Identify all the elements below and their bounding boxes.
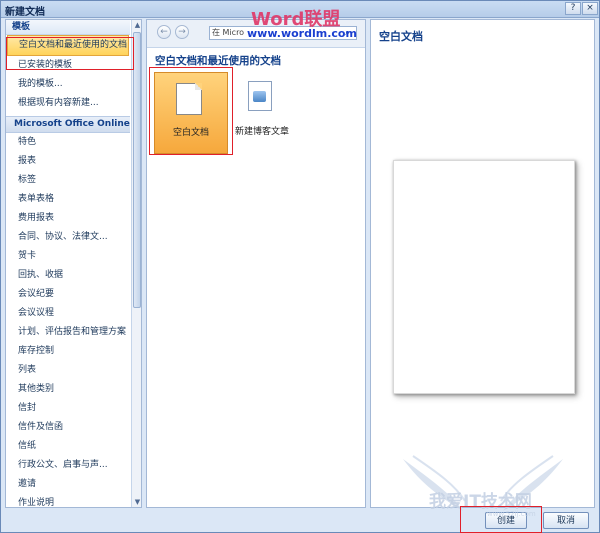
sidebar-item[interactable]: 作业说明: [6, 494, 130, 507]
sidebar-scrollbar[interactable]: ▲ ▼: [131, 20, 141, 507]
sidebar-item[interactable]: 列表: [6, 361, 130, 380]
close-button[interactable]: ×: [582, 2, 598, 15]
tile-label: 新建博客文章: [234, 127, 289, 137]
forward-button[interactable]: →: [175, 25, 189, 39]
blank-document-icon: [176, 83, 202, 115]
sidebar-item[interactable]: 费用报表: [6, 209, 130, 228]
sidebar-item[interactable]: 信纸: [6, 437, 130, 456]
sidebar-item[interactable]: 根据现有内容新建...: [6, 94, 130, 113]
help-button[interactable]: ?: [565, 2, 581, 15]
sidebar-item[interactable]: 合同、协议、法律文...: [6, 228, 130, 247]
tile-label: 空白文档: [172, 128, 209, 138]
watermark-url-top: www.wordlm.com: [247, 27, 357, 40]
sidebar-item[interactable]: 报表: [6, 152, 130, 171]
tile-blank-document[interactable]: 空白文档: [154, 72, 228, 154]
blog-post-icon: [248, 81, 272, 111]
tile-new-blog-post[interactable]: 新建博客文章: [231, 78, 293, 148]
sidebar-item[interactable]: 表单表格: [6, 190, 130, 209]
sidebar-item[interactable]: 特色: [6, 133, 130, 152]
watermark-url-bottom: www.52ij.com: [487, 510, 536, 518]
new-document-dialog: 新建文档 ? × 模板 空白文档和最近使用的文档 已安装的模板 我的模板... 根据现…: [0, 0, 600, 533]
template-categories-pane: 模板 空白文档和最近使用的文档 已安装的模板 我的模板... 根据现有内容新建... …: [5, 19, 142, 508]
sidebar-item[interactable]: 回执、收据: [6, 266, 130, 285]
sidebar-item[interactable]: 其他类别: [6, 380, 130, 399]
preview-title: 空白文档: [379, 30, 423, 43]
sidebar-item[interactable]: 会议纪要: [6, 285, 130, 304]
preview-pane: 空白文档: [370, 19, 595, 508]
sidebar-item[interactable]: 我的模板...: [6, 75, 130, 94]
sidebar-item[interactable]: 行政公文、启事与声...: [6, 456, 130, 475]
sidebar-item[interactable]: 邀请: [6, 475, 130, 494]
back-button[interactable]: ←: [157, 25, 171, 39]
sidebar-item[interactable]: 贺卡: [6, 247, 130, 266]
sidebar-item[interactable]: 空白文档和最近使用的文档: [7, 35, 129, 56]
sidebar-item[interactable]: 已安装的模板: [6, 56, 130, 75]
scroll-down-arrow-icon[interactable]: ▼: [132, 497, 141, 507]
template-category-list: 模板 空白文档和最近使用的文档 已安装的模板 我的模板... 根据现有内容新建... …: [6, 20, 130, 507]
sidebar-item[interactable]: 信件及信函: [6, 418, 130, 437]
watermark-logo-bottom: 我爱IT技术网: [429, 492, 532, 512]
sidebar-item[interactable]: 标签: [6, 171, 130, 190]
dialog-title: 新建文档: [5, 7, 45, 18]
section-templates-heading: 模板: [6, 20, 130, 35]
template-gallery-pane: ← → 在 Micro ⌕ 空白文档和最近使用的文档 空白文档 新建博客文章: [146, 19, 366, 508]
gallery-heading: 空白文档和最近使用的文档: [155, 55, 281, 67]
preview-page-thumbnail: [393, 160, 575, 394]
section-office-online-heading: Microsoft Office Online: [6, 116, 130, 133]
sidebar-item[interactable]: 库存控制: [6, 342, 130, 361]
scroll-up-arrow-icon[interactable]: ▲: [132, 20, 141, 30]
scrollbar-thumb[interactable]: [133, 32, 141, 308]
sidebar-item[interactable]: 会议议程: [6, 304, 130, 323]
sidebar-item[interactable]: 计划、评估报告和管理方案: [6, 323, 130, 342]
search-input-value: 在 Micro: [212, 28, 245, 37]
sidebar-item[interactable]: 信封: [6, 399, 130, 418]
